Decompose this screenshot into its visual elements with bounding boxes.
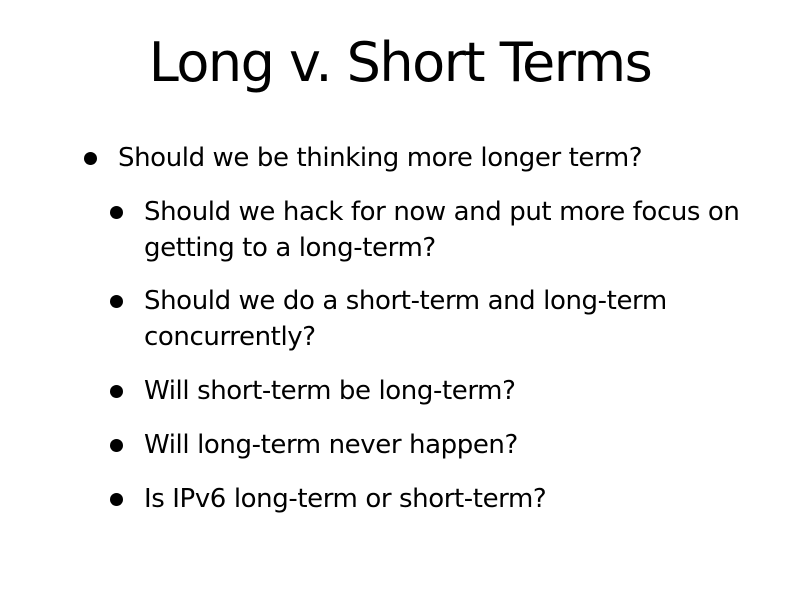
sub-bullet-text: Is IPv6 long-term or short-term?	[144, 484, 547, 514]
sub-bullet-item: Should we hack for now and put more focu…	[110, 194, 760, 266]
slide: Long v. Short Terms Should we be thinkin…	[0, 0, 800, 600]
bullet-dot-icon	[110, 493, 123, 506]
bullet-dot-icon	[110, 295, 123, 308]
sub-bullet-text: Will long-term never happen?	[144, 430, 518, 460]
sub-bullet-text: Will short-term be long-term?	[144, 376, 516, 406]
slide-title: Long v. Short Terms	[148, 31, 653, 94]
bullet-dot-icon	[110, 439, 123, 452]
sub-bullet-text: Should we do a short-term and long-term …	[144, 286, 667, 352]
sub-bullet-item: Is IPv6 long-term or short-term?	[110, 481, 760, 517]
bullet-dot-icon	[110, 385, 123, 398]
bullet-dot-icon	[84, 152, 97, 165]
sub-bullet-item: Will short-term be long-term?	[110, 373, 760, 409]
bullet-item: Should we be thinking more longer term?	[84, 140, 774, 176]
sub-bullet-item: Should we do a short-term and long-term …	[110, 283, 760, 355]
bullet-dot-icon	[110, 206, 123, 219]
sub-bullet-text: Should we hack for now and put more focu…	[144, 197, 740, 263]
bullet-text: Should we be thinking more longer term?	[118, 143, 643, 173]
sub-bullet-item: Will long-term never happen?	[110, 427, 760, 463]
